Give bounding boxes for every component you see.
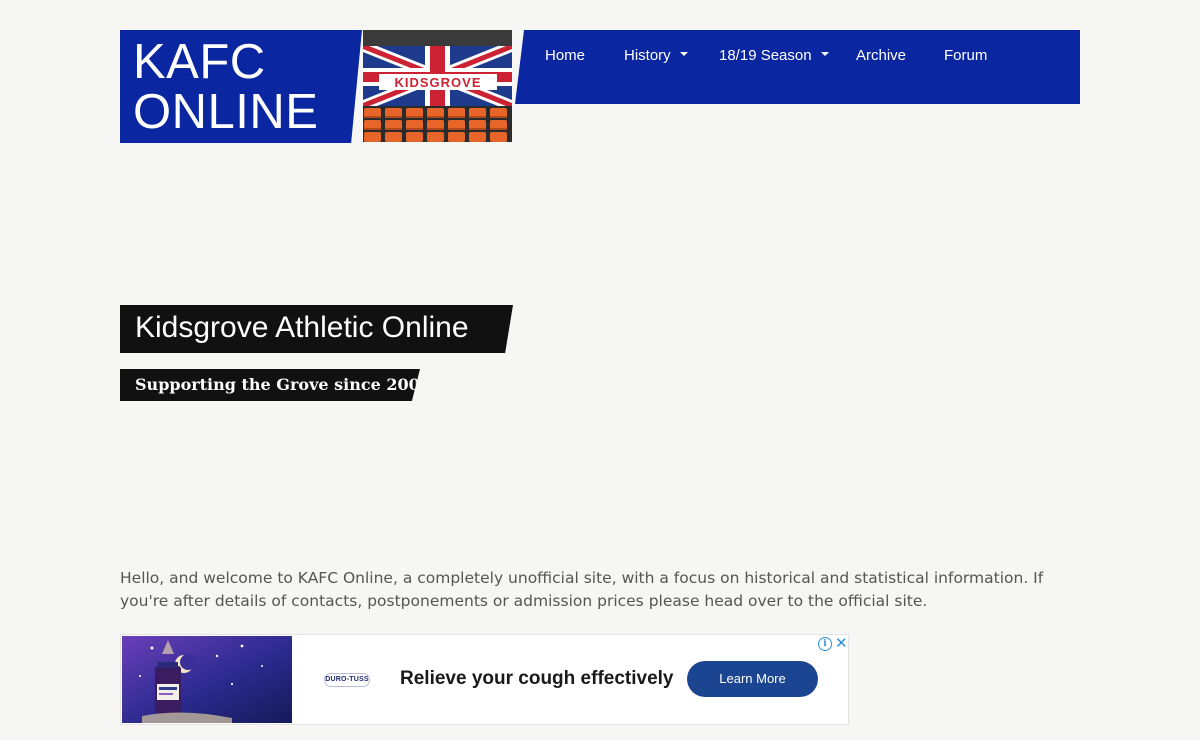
logo-line-1: KAFC — [133, 35, 266, 89]
dropdown-caret-icon — [679, 52, 688, 57]
close-icon[interactable]: ✕ — [835, 635, 848, 651]
info-icon[interactable]: i — [818, 637, 832, 651]
ad-learn-more-button[interactable]: Learn More — [687, 661, 818, 697]
ad-brand-logo: DURO-TUSS — [324, 673, 370, 687]
nav-item-forum[interactable]: Forum — [944, 47, 987, 64]
tagline: Supporting the Grove since 2000 — [135, 375, 431, 394]
logo-line-2: ONLINE — [133, 85, 319, 139]
nav-item-history[interactable]: History — [624, 47, 688, 64]
nav-item-label: 18/19 Season — [719, 47, 812, 64]
ad-product-image[interactable] — [122, 636, 292, 723]
nav-item-label: History — [624, 47, 671, 64]
advertisement[interactable]: DURO-TUSS Relieve your cough effectively… — [120, 634, 849, 725]
nav-item-archive[interactable]: Archive — [856, 47, 906, 64]
nav-item-label: Archive — [856, 47, 907, 64]
intro-paragraph: Hello, and welcome to KAFC Online, a com… — [120, 569, 1044, 610]
ad-headline[interactable]: Relieve your cough effectively — [400, 668, 674, 690]
main-navigation: Home History 18/19 Season Archive Forum — [515, 30, 1080, 104]
nav-item-season[interactable]: 18/19 Season — [719, 47, 829, 64]
site-title-banner: Kidsgrove Athletic Online — [120, 305, 513, 353]
site-logo[interactable]: KAFC ONLINE — [120, 30, 362, 143]
dropdown-caret-icon — [820, 52, 829, 57]
nav-item-label: Forum — [944, 47, 988, 64]
tagline-banner: Supporting the Grove since 2000 — [120, 369, 420, 401]
header-banner-image: KIDSGROVE — [363, 30, 512, 142]
banner-kidsgrove-text: KIDSGROVE — [394, 75, 481, 90]
nav-item-label: Home — [545, 47, 586, 64]
nav-item-home[interactable]: Home — [545, 47, 585, 64]
site-title: Kidsgrove Athletic Online — [135, 311, 469, 344]
